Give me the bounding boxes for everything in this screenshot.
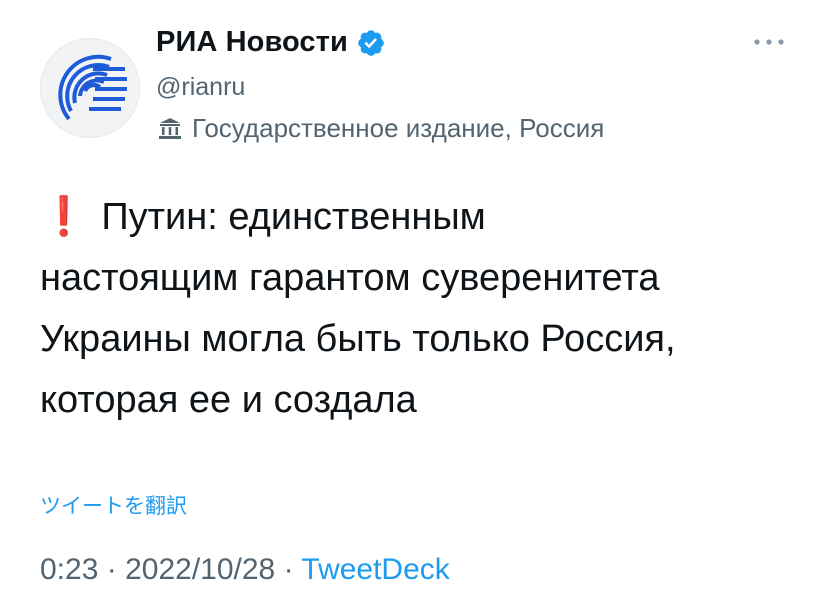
more-options-icon[interactable] [752,34,786,50]
ria-logo-icon [58,54,127,121]
affiliation-text: Государственное издание, Россия [192,113,605,143]
author-handle[interactable]: @rianru [156,73,245,102]
exclamation-icon: ❗ [40,194,88,238]
tweet-line: настоящим гарантом суверенитета [40,257,660,299]
translate-tweet-link[interactable]: ツイートを翻訳 [40,490,187,520]
tweet-source-link[interactable]: TweetDeck [301,553,449,586]
tweet-date[interactable]: 2022/10/28 [125,553,275,586]
author-name-row[interactable]: РИА Новости [156,26,386,59]
government-building-icon [159,117,181,139]
avatar[interactable] [40,38,140,138]
author-name[interactable]: РИА Новости [156,26,348,59]
tweet-meta: 0:23 · 2022/10/28 · TweetDeck [40,553,450,587]
tweet-time[interactable]: 0:23 [40,553,98,586]
affiliation-label[interactable]: Государственное издание, Россия [156,113,604,144]
meta-separator: · [283,553,294,586]
meta-separator: · [106,553,117,586]
tweet-line: Украины могла быть только Россия, [40,318,676,360]
tweet-text: ❗ Путин: единственным настоящим гарантом с… [40,186,800,431]
tweet-line: которая ее и создала [40,379,417,421]
tweet-line: Путин: единственным [101,196,486,238]
verified-badge-icon [358,29,384,56]
